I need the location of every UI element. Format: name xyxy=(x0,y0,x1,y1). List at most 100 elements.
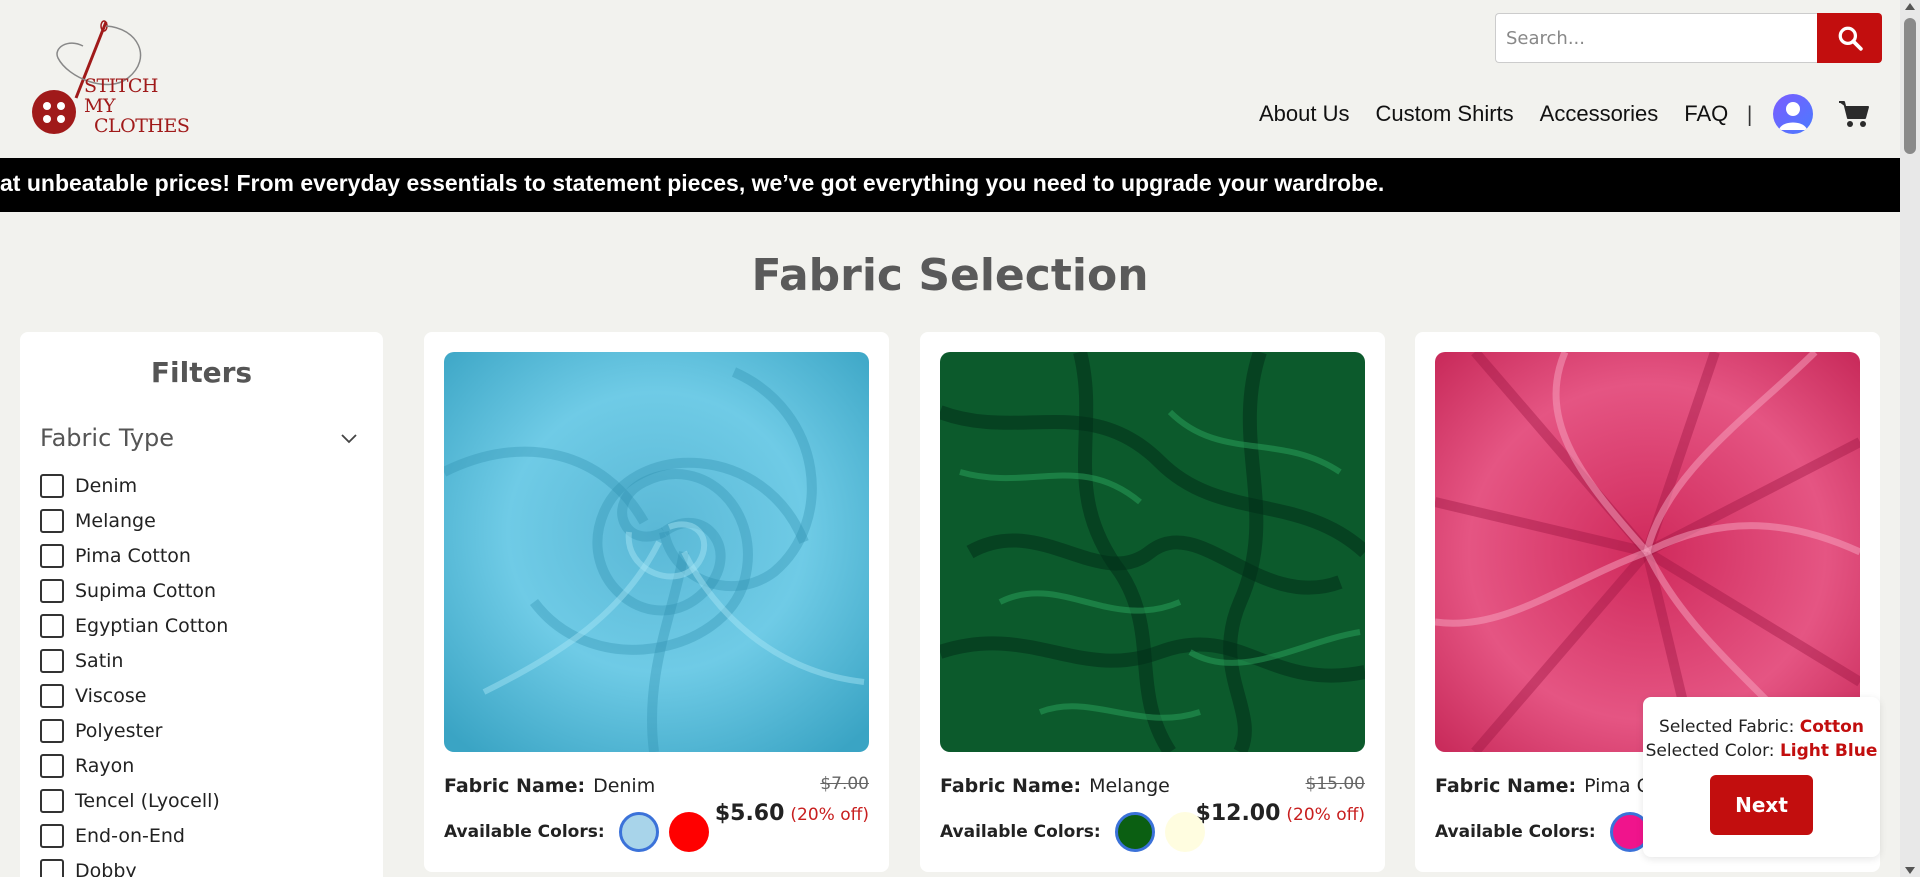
site-header: STITCH MY CLOTHES About Us Custom Shirts… xyxy=(0,0,1900,158)
price-block: $5.60 (20% off) xyxy=(715,801,869,826)
checkbox[interactable] xyxy=(40,823,64,848)
checkbox[interactable] xyxy=(40,613,64,638)
logo-line-2: CLOTHES xyxy=(94,115,190,137)
checkbox[interactable] xyxy=(40,788,64,813)
main-nav: About Us Custom Shirts Accessories FAQ | xyxy=(1259,94,1871,134)
selected-fabric-row: Selected Fabric: Cotton xyxy=(1643,717,1880,737)
logo[interactable]: STITCH MY CLOTHES xyxy=(28,18,190,138)
logo-line-1: STITCH MY xyxy=(84,75,158,117)
filter-option-label: Rayon xyxy=(75,754,135,777)
discount-badge: (20% off) xyxy=(790,805,869,825)
filter-option-pima-cotton[interactable]: Pima Cotton xyxy=(40,538,228,573)
nav-separator: | xyxy=(1746,102,1754,126)
scroll-up-arrow-icon[interactable] xyxy=(1905,3,1915,10)
scrollbar-thumb[interactable] xyxy=(1904,18,1916,154)
cart-icon[interactable] xyxy=(1837,97,1871,131)
original-price: $15.00 xyxy=(1305,774,1365,794)
filter-option-label: Satin xyxy=(75,649,124,672)
filter-option-label: Polyester xyxy=(75,719,163,742)
available-colors-label: Available Colors: xyxy=(940,822,1101,842)
next-button[interactable]: Next xyxy=(1710,775,1813,835)
fabric-pink-swirl-image xyxy=(1435,352,1860,752)
fabric-type-toggle[interactable]: Fabric Type xyxy=(40,424,370,452)
fabric-name-value: Denim xyxy=(593,775,656,797)
filter-option-label: Supima Cotton xyxy=(75,579,217,602)
page-scrollbar[interactable] xyxy=(1900,0,1920,877)
user-silhouette-icon xyxy=(1779,102,1808,130)
checkbox[interactable] xyxy=(40,578,64,603)
discount-badge: (20% off) xyxy=(1286,805,1365,825)
nav-faq[interactable]: FAQ xyxy=(1684,101,1728,127)
fabric-name-label: Fabric Name: xyxy=(940,775,1082,797)
filter-option-label: Denim xyxy=(75,474,138,497)
filter-option-rayon[interactable]: Rayon xyxy=(40,748,228,783)
chevron-down-icon xyxy=(341,434,357,444)
filter-option-viscose[interactable]: Viscose xyxy=(40,678,228,713)
selected-color-label: Selected Color: xyxy=(1645,741,1775,761)
filter-option-label: Pima Cotton xyxy=(75,544,191,567)
selected-color-value: Light Blue xyxy=(1779,741,1878,761)
filter-option-egyptian-cotton[interactable]: Egyptian Cotton xyxy=(40,608,228,643)
fabric-name: Fabric Name: Melange xyxy=(940,775,1170,797)
checkbox[interactable] xyxy=(40,858,64,877)
fabric-name: Fabric Name: Pima Cot xyxy=(1435,775,1669,797)
filter-option-label: Tencel (Lyocell) xyxy=(75,789,220,812)
fabric-type-options: Denim Melange Pima Cotton Supima Cotton … xyxy=(40,468,228,877)
search-bar xyxy=(1495,13,1882,63)
color-swatch-red[interactable] xyxy=(668,812,709,852)
selection-summary-panel: Selected Fabric: Cotton Selected Color: … xyxy=(1643,697,1880,857)
checkbox[interactable] xyxy=(40,718,64,743)
checkbox[interactable] xyxy=(40,683,64,708)
product-card-denim[interactable]: Fabric Name: Denim $7.00 $5.60 (20% off) … xyxy=(424,332,889,872)
filter-option-dobby[interactable]: Dobby xyxy=(40,853,228,877)
available-colors-label: Available Colors: xyxy=(444,822,605,842)
checkbox[interactable] xyxy=(40,648,64,673)
marquee-text: at unbeatable prices! From everyday esse… xyxy=(0,170,1385,196)
filter-option-supima-cotton[interactable]: Supima Cotton xyxy=(40,573,228,608)
promo-marquee: at unbeatable prices! From everyday esse… xyxy=(0,158,1900,212)
original-price: $7.00 xyxy=(820,774,869,794)
fabric-name-value: Melange xyxy=(1089,775,1170,797)
available-colors: Available Colors: xyxy=(444,812,719,852)
filter-option-label: Dobby xyxy=(75,859,137,877)
fabric-image[interactable] xyxy=(444,352,869,752)
nav-about-us[interactable]: About Us xyxy=(1259,101,1350,127)
scroll-down-arrow-icon[interactable] xyxy=(1905,867,1915,874)
checkbox[interactable] xyxy=(40,543,64,568)
color-swatch-cream[interactable] xyxy=(1164,812,1205,852)
selected-color-row: Selected Color: Light Blue xyxy=(1643,741,1880,761)
fabric-image[interactable] xyxy=(940,352,1365,752)
search-icon xyxy=(1838,26,1863,51)
filters-title: Filters xyxy=(150,356,253,389)
checkbox[interactable] xyxy=(40,753,64,778)
filter-option-end-on-end[interactable]: End-on-End xyxy=(40,818,228,853)
available-colors: Available Colors: xyxy=(940,812,1215,852)
checkbox[interactable] xyxy=(40,473,64,498)
color-swatch-light-blue[interactable] xyxy=(618,812,659,852)
filter-option-polyester[interactable]: Polyester xyxy=(40,713,228,748)
filter-option-label: Melange xyxy=(75,509,156,532)
filter-option-tencel[interactable]: Tencel (Lyocell) xyxy=(40,783,228,818)
checkbox[interactable] xyxy=(40,508,64,533)
filter-option-label: End-on-End xyxy=(75,824,185,847)
sale-price: $5.60 xyxy=(714,801,785,826)
fabric-name: Fabric Name: Denim xyxy=(444,775,655,797)
filter-option-satin[interactable]: Satin xyxy=(40,643,228,678)
search-button[interactable] xyxy=(1817,13,1882,63)
nav-custom-shirts[interactable]: Custom Shirts xyxy=(1376,101,1514,127)
selected-fabric-label: Selected Fabric: xyxy=(1659,717,1795,737)
fabric-name-label: Fabric Name: xyxy=(1435,775,1577,797)
filter-option-denim[interactable]: Denim xyxy=(40,468,228,503)
cart-glyph-icon xyxy=(1839,101,1870,127)
page-title: Fabric Selection xyxy=(751,250,1149,301)
color-swatch-dark-green[interactable] xyxy=(1114,812,1155,852)
product-card-melange[interactable]: Fabric Name: Melange $15.00 $12.00 (20% o… xyxy=(920,332,1385,872)
fabric-name-label: Fabric Name: xyxy=(444,775,586,797)
nav-accessories[interactable]: Accessories xyxy=(1540,101,1659,127)
available-colors-label: Available Colors: xyxy=(1435,822,1596,842)
search-input[interactable] xyxy=(1495,13,1817,63)
user-avatar-icon[interactable] xyxy=(1773,94,1814,134)
filter-option-melange[interactable]: Melange xyxy=(40,503,228,538)
filter-option-label: Viscose xyxy=(75,684,147,707)
fabric-image[interactable] xyxy=(1435,352,1860,752)
